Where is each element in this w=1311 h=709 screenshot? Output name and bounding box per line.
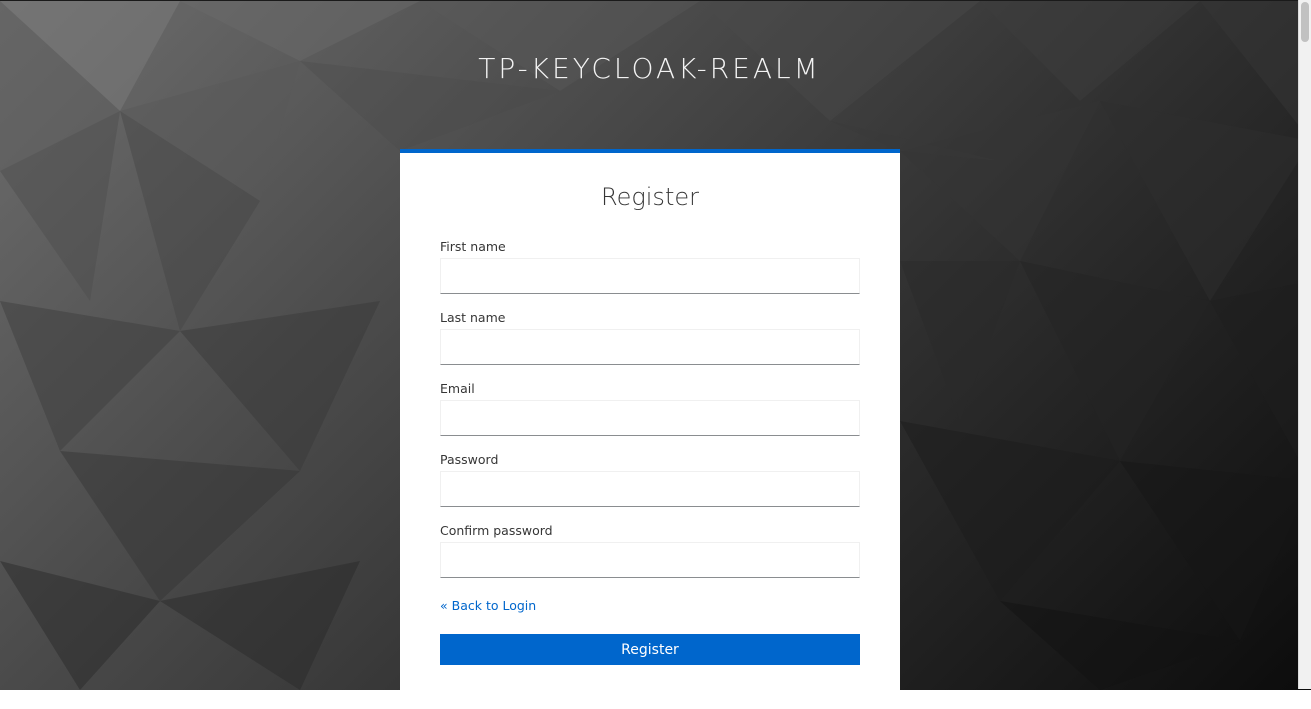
first-name-label: First name bbox=[440, 239, 506, 254]
first-name-input[interactable] bbox=[440, 258, 860, 294]
password-label: Password bbox=[440, 452, 499, 467]
password-input[interactable] bbox=[440, 471, 860, 507]
register-button[interactable]: Register bbox=[440, 634, 860, 665]
register-card: Register First name Last name Email Pass… bbox=[400, 149, 900, 709]
password-field: Password bbox=[440, 452, 860, 507]
last-name-label: Last name bbox=[440, 310, 506, 325]
confirm-password-label: Confirm password bbox=[440, 523, 553, 538]
email-label: Email bbox=[440, 381, 475, 396]
confirm-password-field: Confirm password bbox=[440, 523, 860, 578]
email-input[interactable] bbox=[440, 400, 860, 436]
email-field: Email bbox=[440, 381, 860, 436]
first-name-field: First name bbox=[440, 239, 860, 294]
back-to-login-link[interactable]: « Back to Login bbox=[440, 598, 536, 613]
last-name-field: Last name bbox=[440, 310, 860, 365]
scrollbar-thumb[interactable] bbox=[1301, 2, 1309, 42]
realm-title: TP-KEYCLOAK-REALM bbox=[478, 52, 821, 85]
form-title: Register bbox=[601, 183, 699, 211]
vertical-scrollbar[interactable] bbox=[1298, 0, 1311, 689]
last-name-input[interactable] bbox=[440, 329, 860, 365]
confirm-password-input[interactable] bbox=[440, 542, 860, 578]
